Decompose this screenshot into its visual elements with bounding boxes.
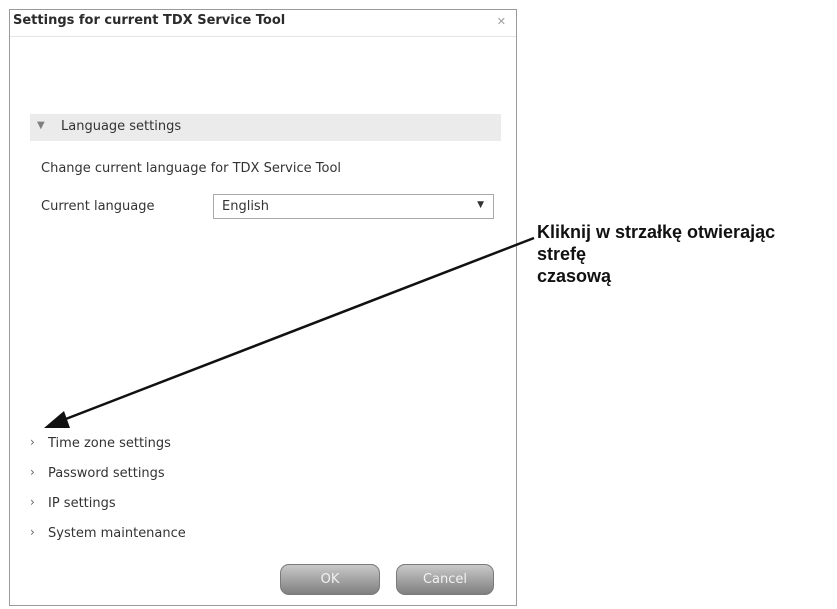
arrow-head (44, 411, 70, 428)
annotation-callout: Kliknij w strzałkę otwierając strefę cza… (537, 221, 775, 287)
annotation-line-2: strefę (537, 244, 587, 264)
arrow-annotation (44, 236, 535, 428)
annotation-line-1: Kliknij w strzałkę otwierając (537, 222, 776, 242)
arrow-line (57, 236, 535, 424)
annotation-line-3: czasową (537, 266, 612, 286)
